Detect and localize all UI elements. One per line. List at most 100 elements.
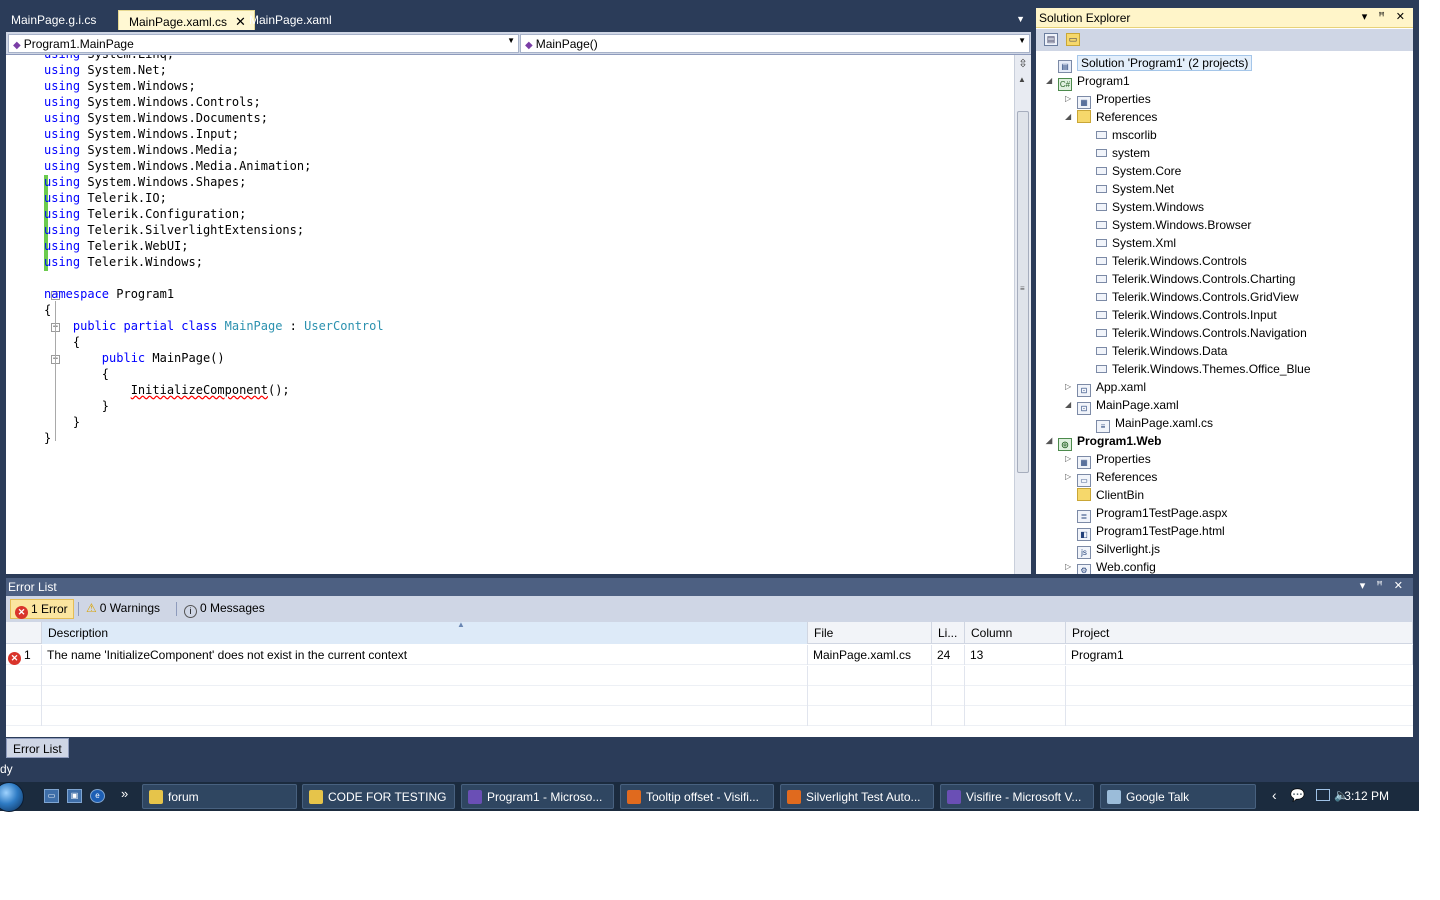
tree-item[interactable]: ◢ ◎ Program1.Web xyxy=(1046,432,1161,451)
header-column[interactable]: Column xyxy=(965,622,1066,644)
messages-filter-button[interactable]: i0 Messages xyxy=(180,599,270,619)
code-line: using System.Windows.Documents; xyxy=(44,110,384,126)
tree-item[interactable]: ▷ ⊡ App.xaml xyxy=(1065,378,1146,397)
show-desktop-icon[interactable]: ▭ xyxy=(44,789,59,803)
tab-list-dropdown-icon[interactable]: ▼ xyxy=(1016,14,1025,24)
keyword: using xyxy=(44,63,81,77)
show-all-files-icon[interactable]: ▭ xyxy=(1066,33,1080,46)
expand-icon[interactable]: ▷ xyxy=(1065,378,1077,396)
taskbar-button[interactable]: forum xyxy=(142,784,297,809)
using-block: using System.Linq;using System.Net;using… xyxy=(44,55,384,270)
tree-item[interactable]: ▷ ▭ References xyxy=(1065,468,1157,487)
solution-tree[interactable]: ▤ Solution 'Program1' (2 projects) ◢ C# Prog… xyxy=(1036,54,1413,574)
tree-item[interactable]: ◧ Program1TestPage.html xyxy=(1065,522,1225,541)
taskbar-button[interactable]: Google Talk xyxy=(1100,784,1256,809)
tree-item[interactable]: ▷ ▦ Properties xyxy=(1065,90,1151,109)
editor-vertical-scrollbar[interactable]: ⇳ ▲ ≡ xyxy=(1014,55,1031,574)
tree-item[interactable]: mscorlib xyxy=(1084,126,1157,144)
collapse-icon[interactable]: ◢ xyxy=(1046,432,1058,450)
tree-item[interactable]: System.Xml xyxy=(1084,234,1176,252)
errors-filter-button[interactable]: ✕ 1 Error xyxy=(10,599,74,619)
tab-mainpage-xaml[interactable]: MainPage.xaml xyxy=(239,10,340,30)
error-squiggle-call[interactable]: InitializeComponent xyxy=(131,383,268,397)
expand-icon[interactable]: ▷ xyxy=(1065,450,1077,468)
scroll-up-icon[interactable]: ▲ xyxy=(1018,75,1026,84)
scrollbar-thumb[interactable]: ≡ xyxy=(1017,111,1029,473)
tree-item[interactable]: ▤ Solution 'Program1' (2 projects) xyxy=(1046,54,1253,73)
header-project[interactable]: Project xyxy=(1066,622,1413,644)
internet-explorer-icon[interactable]: e xyxy=(90,789,105,803)
properties-icon[interactable]: ▤ xyxy=(1044,33,1058,46)
network-icon[interactable] xyxy=(1316,789,1330,801)
tree-item[interactable]: ▷ ▦ Properties xyxy=(1065,450,1151,469)
table-row[interactable]: ✕ 1 The name 'InitializeComponent' does n… xyxy=(6,645,1413,665)
tree-item[interactable]: ≡ MainPage.xaml.cs xyxy=(1084,414,1213,433)
panel-window-buttons[interactable]: ▾ ꟸ ✕ xyxy=(1360,579,1407,592)
type-combo[interactable]: ◆ Program1.MainPage ▼ xyxy=(8,34,519,53)
panel-window-buttons[interactable]: ▾ ꟸ ✕ xyxy=(1362,10,1409,23)
expand-icon[interactable]: ▷ xyxy=(1065,468,1077,486)
tree-item[interactable]: Telerik.Windows.Controls.Charting xyxy=(1084,270,1295,288)
taskbar-button[interactable]: Tooltip offset - Visifi... xyxy=(620,784,774,809)
collapse-icon[interactable]: ◢ xyxy=(1065,396,1077,414)
tree-item[interactable]: System.Net xyxy=(1084,180,1174,198)
expand-icon[interactable]: ▷ xyxy=(1065,558,1077,574)
chat-icon[interactable]: 💬 xyxy=(1290,788,1305,802)
expand-icon[interactable]: ▷ xyxy=(1065,90,1077,108)
tab-mainpage-g-i-cs[interactable]: MainPage.g.i.cs xyxy=(1,10,104,30)
show-hidden-icons-icon[interactable]: ‹ xyxy=(1272,787,1277,803)
tree-item[interactable]: ClientBin xyxy=(1065,486,1144,504)
tree-item[interactable]: ◢ C# Program1 xyxy=(1046,72,1130,91)
header-num[interactable] xyxy=(6,622,42,644)
warnings-filter-button[interactable]: ⚠ 0 Warnings xyxy=(82,599,165,619)
namespace-import: System.Net; xyxy=(80,63,167,77)
header-file[interactable]: File xyxy=(808,622,932,644)
tree-item[interactable]: System.Core xyxy=(1084,162,1181,180)
member-combo[interactable]: ◆ MainPage() ▼ xyxy=(520,34,1030,53)
code-line: public partial class MainPage : UserCont… xyxy=(44,318,384,334)
tree-item[interactable]: System.Windows.Browser xyxy=(1084,216,1251,234)
taskbar-button[interactable]: Program1 - Microso... xyxy=(461,784,614,809)
split-handle-icon[interactable]: ⇳ xyxy=(1017,57,1029,71)
code-line: using System.Windows.Input; xyxy=(44,126,384,142)
empty-cell xyxy=(932,706,965,726)
tree-item[interactable]: system xyxy=(1084,144,1150,162)
header-description[interactable]: Description ▲ xyxy=(42,620,808,644)
tree-item[interactable]: js Silverlight.js xyxy=(1065,540,1160,559)
tree-item[interactable]: Telerik.Windows.Controls.Navigation xyxy=(1084,324,1307,342)
tree-item[interactable]: ▷ ⚙ Web.config xyxy=(1065,558,1156,574)
tree-item[interactable]: System.Windows xyxy=(1084,198,1204,216)
error-icon: ✕ xyxy=(15,606,28,619)
code-editor[interactable]: − − − using System.Linq;using System.Net… xyxy=(6,55,1031,574)
clock[interactable]: 3:12 PM xyxy=(1344,789,1389,803)
tree-item-label: Properties xyxy=(1096,92,1151,106)
firefox-icon xyxy=(627,790,641,804)
tree-item[interactable]: ◢ References xyxy=(1065,108,1157,126)
tab-mainpage-xaml-cs[interactable]: MainPage.xaml.cs ✕ xyxy=(118,10,255,30)
keyword: public xyxy=(101,351,146,365)
tab-error-list[interactable]: Error List xyxy=(6,738,69,758)
taskbar-button[interactable]: Silverlight Test Auto... xyxy=(780,784,934,809)
collapse-icon[interactable]: ◢ xyxy=(1065,108,1077,126)
empty-cell xyxy=(42,666,808,686)
tree-item[interactable]: Telerik.Windows.Controls.GridView xyxy=(1084,288,1299,306)
separator xyxy=(176,602,177,616)
code-text[interactable]: using System.Linq;using System.Net;using… xyxy=(44,55,384,446)
header-label: Column xyxy=(971,626,1013,640)
taskbar-button[interactable]: CODE FOR TESTING xyxy=(302,784,455,809)
chevron-down-icon: ▼ xyxy=(507,36,515,45)
header-line[interactable]: Li... xyxy=(932,622,965,644)
tree-item[interactable]: ◢ ⊡ MainPage.xaml xyxy=(1065,396,1179,415)
collapse-icon[interactable]: ◢ xyxy=(1046,72,1058,90)
taskbar-button[interactable]: Visifire - Microsoft V... xyxy=(940,784,1094,809)
tree-item[interactable]: Telerik.Windows.Data xyxy=(1084,342,1227,360)
error-list-titlebar: Error List ▾ ꟸ ✕ xyxy=(6,578,1413,596)
tree-item[interactable]: Telerik.Windows.Themes.Office_Blue xyxy=(1084,360,1311,378)
tree-item[interactable]: Telerik.Windows.Controls xyxy=(1084,252,1247,270)
tree-item[interactable]: ≣ Program1TestPage.aspx xyxy=(1065,504,1227,523)
start-button[interactable] xyxy=(0,782,24,812)
more-quick-launch-icon[interactable]: » xyxy=(121,786,128,801)
switch-windows-icon[interactable]: ▣ xyxy=(67,789,82,803)
visual-studio-icon xyxy=(947,790,961,804)
tree-item[interactable]: Telerik.Windows.Controls.Input xyxy=(1084,306,1277,324)
